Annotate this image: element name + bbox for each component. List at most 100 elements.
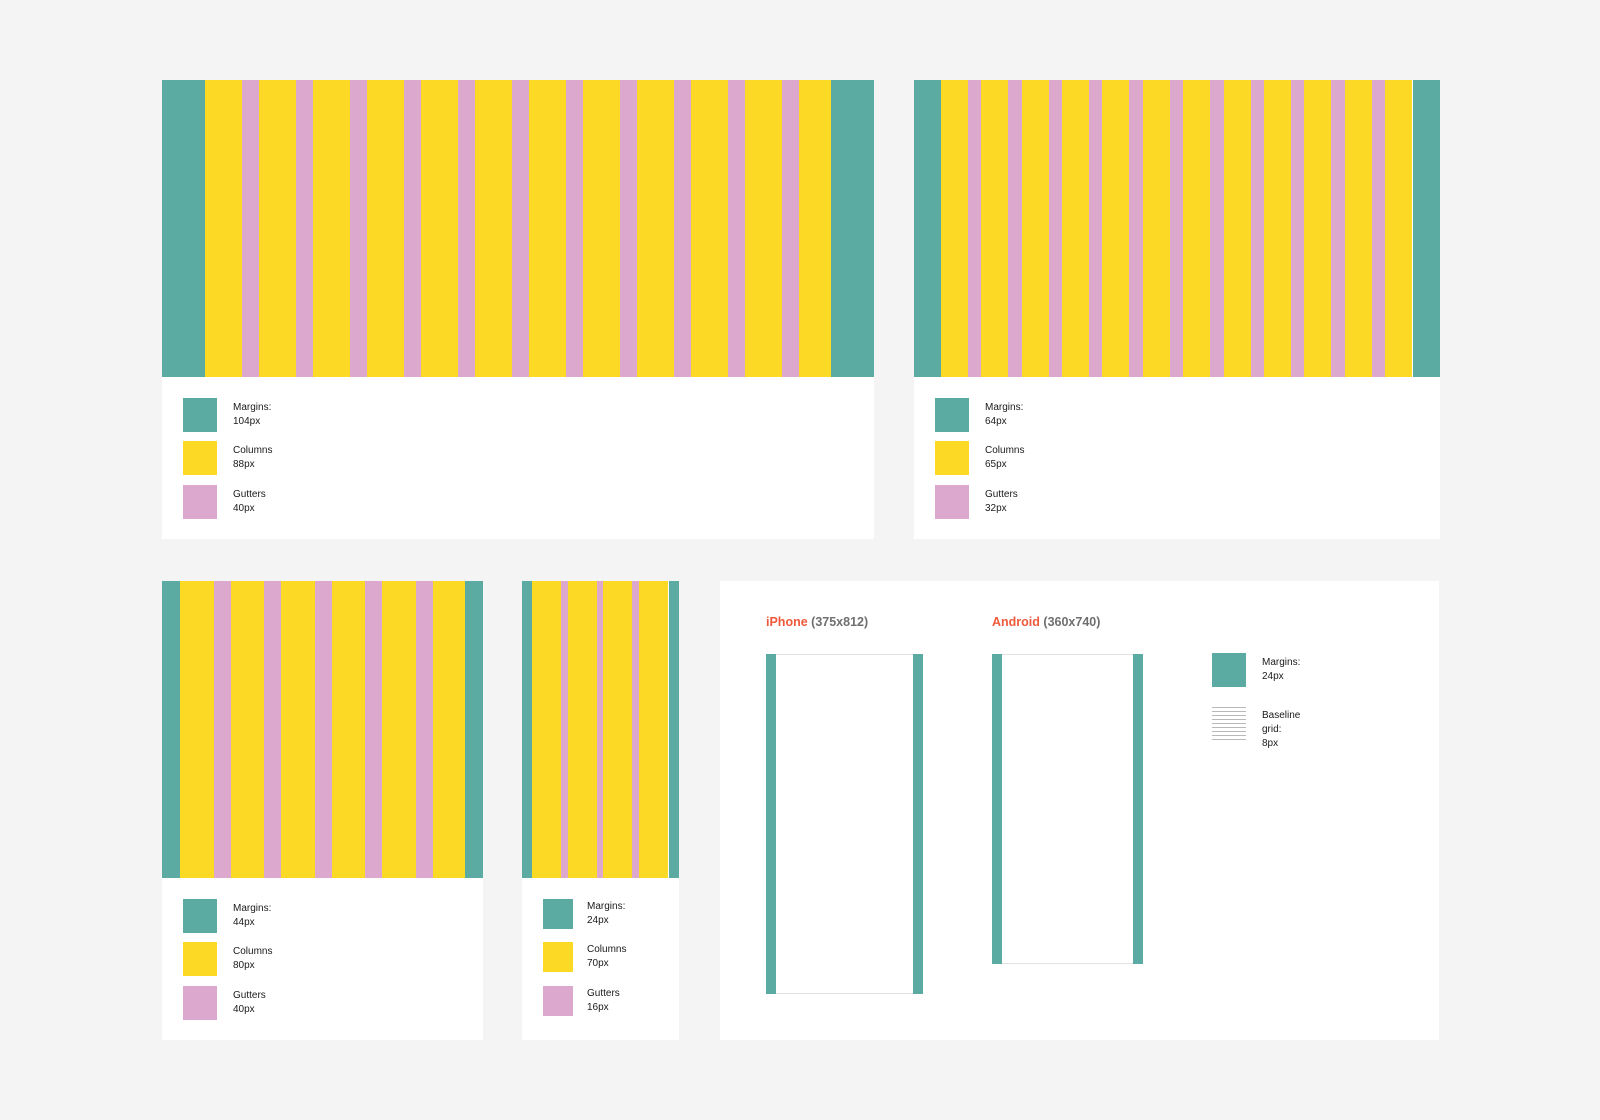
legend-label: Gutters [233,489,266,500]
gutter [1290,80,1305,377]
column [382,581,416,878]
legend-value: 64px [985,416,1007,427]
iphone-frame [766,654,923,994]
margin-swatch [183,398,217,432]
android-brand: Android [992,615,1040,629]
column [691,80,728,377]
column [475,80,512,377]
column [639,581,668,878]
android-margin-right [1133,654,1143,964]
gutter-swatch [543,986,573,1016]
legend-value: 88px [233,459,255,470]
legend-label: Margins: [1262,657,1301,668]
gutter [566,80,583,377]
iphone-margin-right [913,654,923,994]
gutter-swatch [183,986,217,1020]
gutter [561,581,568,878]
iphone-title: iPhone (375x812) [766,615,868,629]
column [567,581,597,878]
gutter [1210,80,1224,377]
legend-text: Gutters 40px [233,488,266,516]
margin-right [669,581,679,878]
column [529,80,566,377]
column [281,581,315,878]
column [981,80,1009,377]
margin-swatch [183,899,217,933]
legend-label: Columns [985,445,1025,456]
gutter [632,581,639,878]
legend-label: Columns [587,944,627,955]
grid-card-laptop: Margins: 64px Columns 65px Gutters 32px [914,80,1440,539]
gutter [782,80,799,377]
iphone-brand: iPhone [766,615,808,629]
margin-left [162,80,205,377]
margin-swatch [1212,653,1246,687]
legend-value: 24px [1262,671,1284,682]
gutter [968,80,982,377]
baseline-grid-icon [1212,706,1246,740]
column [1223,80,1251,377]
margin-right [465,581,483,878]
legend-text: Margins: 24px [587,900,625,928]
legend-label: Baseline grid: [1262,710,1301,735]
column [1062,80,1090,377]
margin-left [522,581,532,878]
column [230,581,264,878]
legend-value: 44px [233,917,255,928]
gutter [728,80,745,377]
column-swatch [183,942,217,976]
gutter [458,80,475,377]
margin-right [1413,80,1440,377]
legend-text: Baseline grid: 8px [1262,709,1300,751]
gutter [213,581,231,878]
column [1263,80,1291,377]
gutter-swatch [935,485,969,519]
column-swatch [183,441,217,475]
grid-visual [162,581,483,878]
column [745,80,782,377]
legend-text: Gutters 16px [587,987,620,1015]
column [1021,80,1049,377]
gutter [620,80,637,377]
margin-swatch [935,398,969,432]
legend-label: Columns [233,946,273,957]
column [432,581,466,878]
legend-text: Gutters 32px [985,488,1018,516]
legend-label: Margins: [233,402,272,413]
legend-value: 70px [587,958,609,969]
grid-card-tablet: Margins: 44px Columns 80px Gutters 40px [162,581,483,1040]
legend-label: Margins: [985,402,1024,413]
gutter-swatch [183,485,217,519]
legend-value: 80px [233,960,255,971]
gutter [1089,80,1103,377]
margin-swatch [543,899,573,929]
column-swatch [543,942,573,972]
margin-left [162,581,180,878]
legend-label: Gutters [587,988,620,999]
column [367,80,404,377]
legend-value: 8px [1262,738,1279,749]
gutter [365,581,382,878]
legend-value: 24px [587,915,609,926]
column [331,581,365,878]
legend-text: Margins: 104px [233,401,271,429]
iphone-margin-left [766,654,776,994]
column [1183,80,1211,377]
column [941,80,968,377]
legend-text: Margins: 24px [1262,656,1300,684]
gutter [1331,80,1345,377]
grid-card-mobile: Margins: 24px Columns 70px Gutters 16px [522,581,679,1040]
column [603,581,633,878]
margin-right [831,80,874,377]
legend-text: Margins: 64px [985,401,1023,429]
gutter [415,581,433,878]
column [313,80,350,377]
column [1142,80,1170,377]
legend-label: Margins: [587,901,626,912]
grid-visual [522,581,679,878]
column [1384,80,1412,377]
grid-visual [914,80,1440,377]
grid-card-desktop: Margins: 104px Columns 88px Gutters 40px [162,80,874,539]
legend-label: Margins: [233,903,272,914]
iphone-size: (375x812) [811,615,869,629]
